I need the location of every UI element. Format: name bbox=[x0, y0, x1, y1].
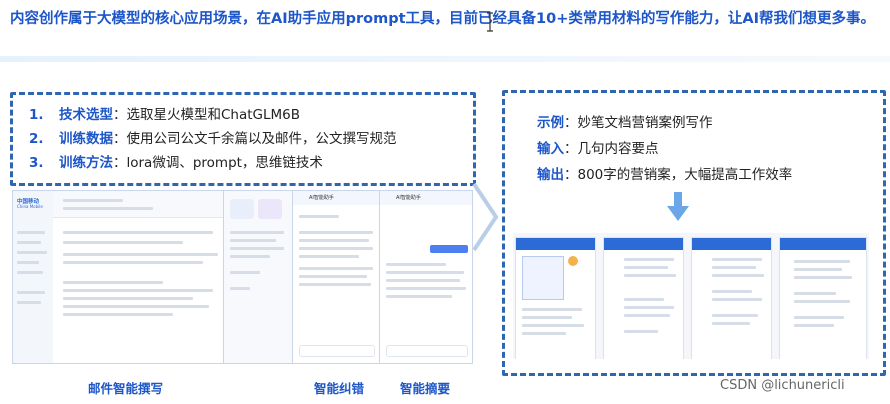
caption-summary: 智能摘要 bbox=[400, 381, 451, 396]
item-text: 使用公司公文千余篇以及邮件，公文撰写规范 bbox=[126, 131, 397, 147]
page-title: 内容创作属于大模型的核心应用场景，在AI助手应用prompt工具，目前已经具备1… bbox=[10, 11, 875, 27]
example-item: 示例：妙笔文档营销案例写作 bbox=[537, 115, 713, 131]
item-label: 技术选型 bbox=[59, 107, 113, 123]
chevron-right-icon bbox=[472, 182, 498, 252]
watermark: CSDN @lichunericli bbox=[720, 378, 845, 393]
item-number: 1. bbox=[29, 107, 44, 123]
assistant-summary-screenshot: AI智能助手 bbox=[379, 190, 473, 364]
caption-error-correction: 智能纠错 bbox=[314, 381, 365, 396]
item-label: 输入 bbox=[537, 141, 564, 157]
marketing-screenshots bbox=[513, 233, 869, 359]
item-text: 几句内容要点 bbox=[577, 141, 659, 157]
training-item: 3. 训练方法：lora微调、prompt，思维链技术 bbox=[29, 155, 323, 171]
item-label: 示例 bbox=[537, 115, 564, 131]
item-text: lora微调、prompt，思维链技术 bbox=[126, 155, 323, 171]
header-divider bbox=[0, 56, 890, 62]
training-item: 1. 技术选型：选取星火模型和ChatGLM6B bbox=[29, 107, 301, 123]
item-text: 800字的营销案，大幅提高工作效率 bbox=[577, 167, 793, 183]
item-number: 3. bbox=[29, 155, 44, 171]
example-item: 输出：800字的营销案，大幅提高工作效率 bbox=[537, 167, 793, 183]
arrow-down-icon bbox=[667, 192, 689, 221]
assistant-header: AI智能助手 bbox=[396, 195, 421, 201]
training-info-panel: 1. 技术选型：选取星火模型和ChatGLM6B 2. 训练数据：使用公司公文千余篇… bbox=[10, 92, 476, 186]
item-label: 训练方法 bbox=[59, 155, 113, 171]
mail-app-screenshot: 中国移动 China Mobile bbox=[12, 190, 224, 364]
phone-screen bbox=[603, 237, 684, 359]
item-label: 输出 bbox=[537, 167, 564, 183]
assistant-correction-screenshot: AI智能助手 bbox=[292, 190, 380, 364]
example-item: 输入：几句内容要点 bbox=[537, 141, 659, 157]
phone-screen bbox=[515, 237, 596, 359]
item-text: 选取星火模型和ChatGLM6B bbox=[126, 107, 301, 123]
caption-mail-writing: 邮件智能撰写 bbox=[88, 381, 164, 396]
text-cursor-icon bbox=[487, 12, 493, 32]
item-text: 妙笔文档营销案例写作 bbox=[577, 115, 713, 131]
item-number: 2. bbox=[29, 131, 44, 147]
example-panel: 示例：妙笔文档营销案例写作 输入：几句内容要点 输出：800字的营销案，大幅提高… bbox=[502, 90, 886, 376]
phone-screen bbox=[779, 237, 867, 359]
training-item: 2. 训练数据：使用公司公文千余篇以及邮件，公文撰写规范 bbox=[29, 131, 397, 147]
assistant-header: AI智能助手 bbox=[309, 195, 334, 201]
phone-screen bbox=[691, 237, 772, 359]
assistant-sidebar-screenshot bbox=[223, 190, 293, 364]
app-sub: China Mobile bbox=[17, 204, 43, 209]
item-label: 训练数据 bbox=[59, 131, 113, 147]
